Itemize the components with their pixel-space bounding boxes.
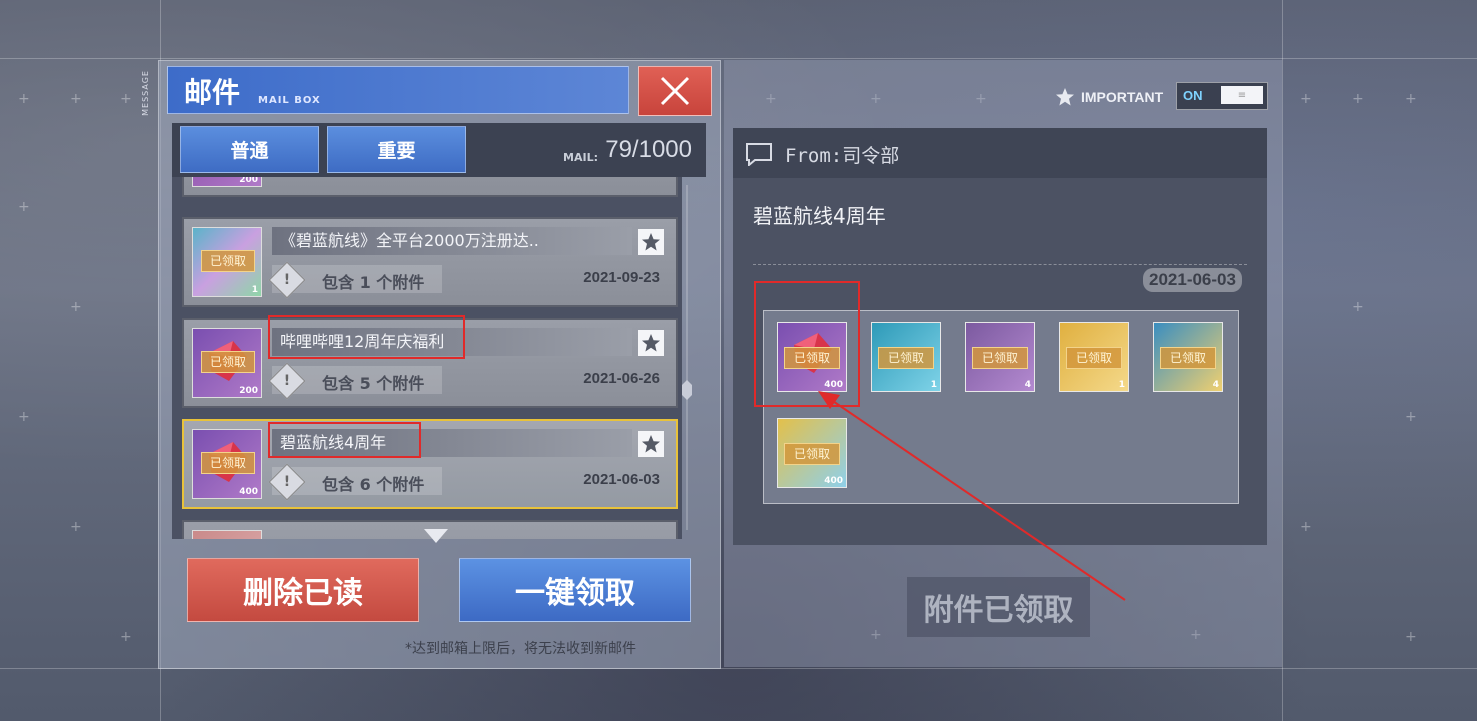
attachment-count: 包含 6 个附件 xyxy=(322,475,425,494)
delete-read-button[interactable]: 删除已读 xyxy=(187,558,419,622)
close-icon xyxy=(660,76,690,106)
frame-line xyxy=(0,58,1477,59)
important-toggle[interactable]: ON ≡ xyxy=(1176,82,1268,110)
thumb-count: 1 xyxy=(251,285,258,295)
scrollbar[interactable] xyxy=(686,185,688,530)
mail-thumbnail: 已领取 200 xyxy=(192,328,262,398)
exclamation-icon: ! xyxy=(268,261,306,299)
frame-line xyxy=(1282,0,1283,721)
mail-count: 79/1000 xyxy=(605,136,692,163)
star-icon xyxy=(642,233,660,251)
exclamation-icon: ! xyxy=(268,463,306,501)
page-title: 邮件 xyxy=(184,76,241,109)
star-button[interactable] xyxy=(638,330,664,356)
star-icon xyxy=(1056,88,1074,106)
plus-icon: + xyxy=(1300,519,1312,535)
attachment-item[interactable]: 已领取 4 xyxy=(1153,322,1223,392)
claim-all-button[interactable]: 一键领取 xyxy=(459,558,691,622)
attachment-count: 包含 1 个附件 xyxy=(322,273,425,292)
plus-icon: + xyxy=(18,91,30,107)
annotation-box xyxy=(268,422,421,458)
mail-thumbnail: 已领取 400 xyxy=(192,429,262,499)
close-button[interactable] xyxy=(638,66,712,116)
mail-thumbnail: 200 xyxy=(192,177,262,187)
star-icon xyxy=(642,435,660,453)
claimed-tag: 已领取 xyxy=(201,250,255,272)
claimed-tag: 已领取 xyxy=(878,347,934,369)
mail-date: 2021-06-26 xyxy=(583,370,660,387)
mailbox-title-bar: 邮件 MAIL BOX xyxy=(167,66,629,114)
annotation-box xyxy=(268,315,465,359)
attachment-item[interactable]: 已领取 1 xyxy=(1059,322,1129,392)
attachment-count: 包含 5 个附件 xyxy=(322,374,425,393)
plus-icon: + xyxy=(1405,91,1417,107)
sender-bar: From:司令部 xyxy=(733,128,1267,178)
mail-body: 碧蓝航线4周年 xyxy=(753,204,886,228)
item-count: 4 xyxy=(1212,380,1219,390)
attachment-info: ! 包含 1 个附件 xyxy=(268,261,442,299)
attachment-info: ! 包含 5 个附件 xyxy=(268,362,442,400)
star-button[interactable] xyxy=(638,229,664,255)
thumb-count: 200 xyxy=(239,386,258,396)
plus-icon: + xyxy=(70,519,82,535)
plus-icon: + xyxy=(1352,91,1364,107)
claimed-tag: 已领取 xyxy=(201,452,255,474)
important-filter: IMPORTANT xyxy=(1055,84,1163,110)
plus-icon: + xyxy=(1300,91,1312,107)
plus-icon: + xyxy=(70,91,82,107)
plus-icon: + xyxy=(70,299,82,315)
important-label: IMPORTANT xyxy=(1081,89,1164,105)
thumb-count: 200 xyxy=(239,177,258,185)
claimed-tag: 已领取 xyxy=(1066,347,1122,369)
attachments-claimed-button: 附件已领取 xyxy=(907,577,1090,637)
sender: From:司令部 xyxy=(785,145,900,167)
exclamation-icon: ! xyxy=(268,362,306,400)
plus-icon: + xyxy=(18,409,30,425)
tab-normal[interactable]: 普通 xyxy=(180,126,319,173)
plus-icon: + xyxy=(120,629,132,645)
tab-important[interactable]: 重要 xyxy=(327,126,466,173)
thumb-count: 400 xyxy=(239,487,258,497)
plus-icon: + xyxy=(120,91,132,107)
claimed-tag: 已领取 xyxy=(972,347,1028,369)
mail-thumbnail xyxy=(192,530,262,539)
star-icon xyxy=(642,334,660,352)
toggle-on-label: ON xyxy=(1183,88,1203,103)
list-item[interactable]: 200 xyxy=(182,177,678,197)
side-label: MESSAGE xyxy=(141,70,150,116)
toggle-knob: ≡ xyxy=(1221,86,1263,104)
claimed-tag: 已领取 xyxy=(201,351,255,373)
list-item[interactable]: 已领取 1 《碧蓝航线》全平台2000万注册达.. ! 包含 1 个附件 202… xyxy=(182,217,678,307)
claimed-tag: 已领取 xyxy=(1160,347,1216,369)
page-subtitle: MAIL BOX xyxy=(258,95,321,106)
plus-icon: + xyxy=(1405,409,1417,425)
list-item-selected[interactable]: 已领取 400 碧蓝航线4周年 ! 包含 6 个附件 2021-06-03 xyxy=(182,419,678,509)
attachment-info: ! 包含 6 个附件 xyxy=(268,463,442,501)
attachment-item[interactable]: 已领取 4 xyxy=(965,322,1035,392)
scroll-down-icon[interactable] xyxy=(424,529,448,543)
mail-thumbnail: 已领取 1 xyxy=(192,227,262,297)
plus-icon: + xyxy=(18,199,30,215)
plus-icon: + xyxy=(1405,629,1417,645)
plus-icon: + xyxy=(1352,299,1364,315)
mail-date: 2021-09-23 xyxy=(583,269,660,286)
mailbox-limit-note: *达到邮箱上限后，将无法收到新邮件 xyxy=(405,641,636,657)
mail-date: 2021-06-03 xyxy=(583,471,660,488)
mail-count-label: MAIL: xyxy=(563,151,598,164)
attachment-item[interactable]: 已领取 1 xyxy=(871,322,941,392)
mail-subject: 《碧蓝航线》全平台2000万注册达.. xyxy=(272,227,632,255)
divider xyxy=(753,264,1247,265)
star-button[interactable] xyxy=(638,431,664,457)
annotation-arrow-icon xyxy=(818,391,1126,601)
mail-tabs: 普通 重要 MAIL: 79/1000 xyxy=(172,123,706,177)
message-bubble-icon xyxy=(746,143,772,166)
detail-date: 2021-06-03 xyxy=(1143,268,1242,292)
